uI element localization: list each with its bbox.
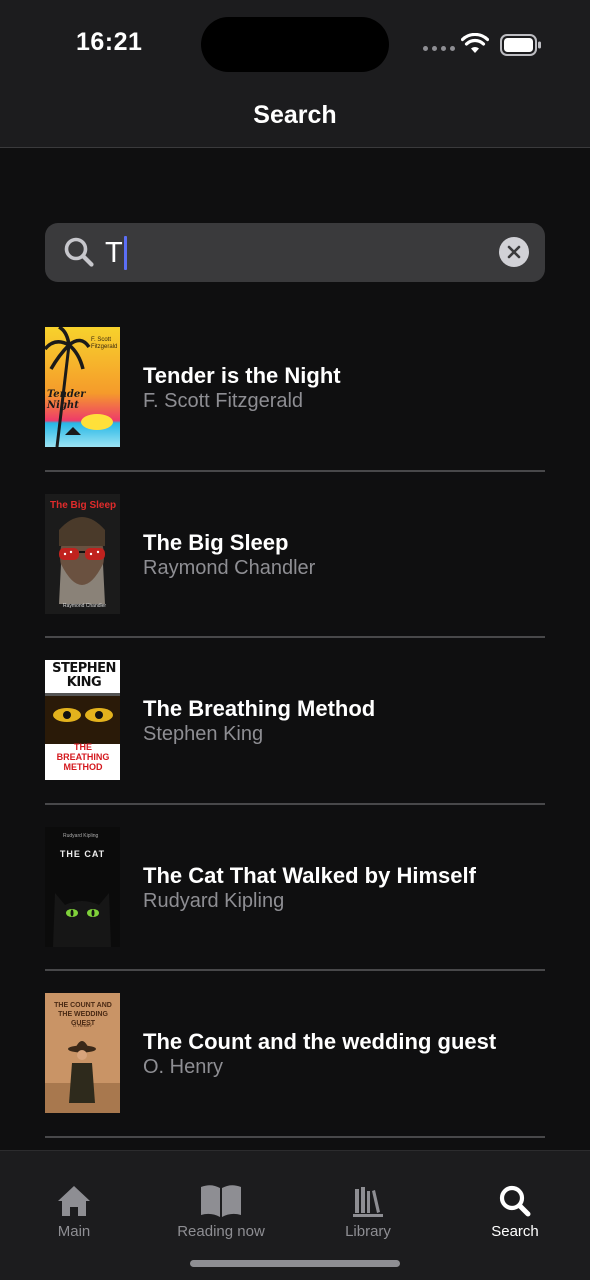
cover-author: O. HENRY: [72, 1023, 93, 1028]
search-input-value[interactable]: T: [105, 236, 123, 270]
cover-title: THE CAT: [59, 848, 106, 859]
dynamic-island: [201, 17, 389, 72]
magnifier-icon: [499, 1185, 531, 1217]
clear-search-button[interactable]: [499, 237, 529, 267]
book-author: O. Henry: [143, 1056, 224, 1078]
cover-author: Rudyard Kipling: [63, 832, 99, 839]
cover-author: F. Scott Fitzgerald: [91, 337, 118, 350]
cellular-signal-icon: [423, 46, 455, 51]
list-item[interactable]: THE COUNT AND THE WEDDING GUEST O. HENRY…: [45, 971, 545, 1138]
book-title: The Big Sleep: [143, 529, 289, 555]
tab-reading-now[interactable]: Reading now: [161, 1183, 281, 1240]
cover-author: Raymond Chandler: [63, 602, 107, 609]
house-icon: [58, 1186, 90, 1216]
list-item[interactable]: STEPHEN KING THE BREATHING METHOD The Br…: [45, 638, 545, 805]
tab-label: Reading now: [177, 1223, 265, 1240]
book-author: Rudyard Kipling: [143, 889, 285, 912]
book-title: The Cat That Walked by Himself: [143, 862, 476, 888]
book-title: Tender is the Night: [143, 363, 341, 388]
cover-author: STEPHEN KING: [52, 661, 116, 690]
cover-title: The Big Sleep: [50, 499, 117, 511]
book-author: Stephen King: [143, 723, 264, 745]
book-cover: Tender Night F. Scott Fitzgerald: [45, 327, 120, 447]
tab-main[interactable]: Main: [14, 1183, 134, 1240]
list-item[interactable]: Rudyard Kipling THE CAT The Cat That Wal…: [45, 805, 545, 971]
book-title: The Breathing Method: [143, 696, 376, 721]
close-icon: [507, 245, 521, 259]
cover-title: Tender Night: [47, 389, 86, 411]
text-caret: [124, 236, 127, 270]
status-bar: 16:21: [0, 0, 590, 88]
tab-label: Search: [491, 1223, 539, 1240]
list-item[interactable]: Tender Night F. Scott Fitzgerald Tender …: [45, 305, 545, 472]
wifi-icon: [461, 33, 489, 53]
search-icon: [64, 237, 94, 267]
book-cover: Rudyard Kipling THE CAT: [45, 826, 120, 947]
page-title: Search: [253, 101, 337, 129]
open-book-icon: [201, 1185, 241, 1217]
tab-library[interactable]: Library: [308, 1183, 428, 1240]
status-time: 16:21: [76, 28, 143, 56]
home-indicator: [190, 1260, 400, 1267]
search-results-list: Tender Night F. Scott Fitzgerald Tender …: [45, 305, 545, 1138]
book-cover: THE COUNT AND THE WEDDING GUEST O. HENRY: [45, 993, 120, 1113]
search-input[interactable]: T: [45, 223, 545, 282]
battery-icon: [500, 34, 541, 56]
list-item[interactable]: The Big Sleep Raymond Chandler The Big S…: [45, 472, 545, 638]
books-icon: [353, 1187, 383, 1217]
cover-title: THE BREATHING METHOD: [56, 742, 110, 772]
book-cover: The Big Sleep Raymond Chandler: [45, 493, 120, 614]
book-author: Raymond Chandler: [143, 556, 316, 579]
tab-search[interactable]: Search: [455, 1183, 575, 1240]
navigation-bar: Search: [0, 88, 590, 148]
book-title: The Count and the wedding guest: [143, 1029, 497, 1054]
book-author: F. Scott Fitzgerald: [143, 390, 304, 412]
book-cover: STEPHEN KING THE BREATHING METHOD: [45, 660, 120, 780]
tab-label: Library: [345, 1223, 391, 1240]
tab-label: Main: [57, 1223, 91, 1240]
